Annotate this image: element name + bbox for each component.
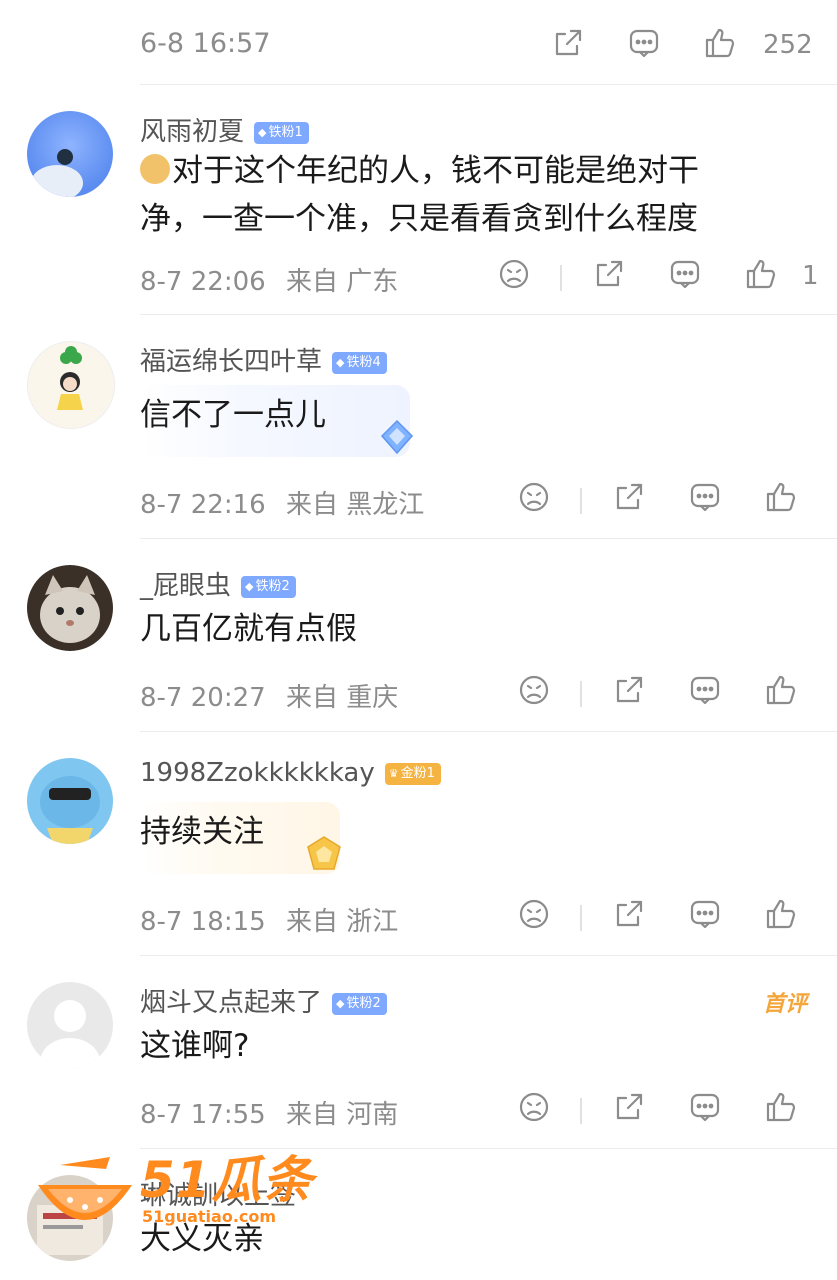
comment-meta: 8-7 22:16 来自 黑龙江 bbox=[140, 490, 425, 520]
avatar[interactable] bbox=[27, 982, 113, 1068]
diamond-icon: ◆ bbox=[258, 125, 267, 139]
thumbs-up-icon[interactable] bbox=[703, 26, 743, 66]
diamond-icon: ◆ bbox=[336, 996, 345, 1010]
fan-badge: ◆ 铁粉2 bbox=[241, 575, 296, 598]
sad-face-icon[interactable] bbox=[517, 673, 557, 713]
comment-item: 福运绵长四叶草 ◆ 铁粉4 信不了一点儿 8-7 22:16 来自 黑龙江 bbox=[0, 315, 837, 539]
divider bbox=[580, 1098, 582, 1124]
fan-badge: ◆ 铁粉2 bbox=[332, 992, 387, 1015]
username[interactable]: 风雨初夏 ◆ 铁粉1 bbox=[140, 111, 309, 148]
like-count: 252 bbox=[763, 30, 813, 60]
thumbs-up-icon[interactable] bbox=[764, 897, 804, 937]
divider bbox=[560, 265, 562, 291]
comment-text: 持续关注 bbox=[140, 814, 264, 850]
comment-text: 信不了一点儿 bbox=[140, 397, 326, 433]
avatar[interactable] bbox=[27, 341, 115, 429]
share-icon[interactable] bbox=[612, 480, 652, 520]
thumbs-up-icon[interactable] bbox=[764, 1090, 804, 1130]
fan-badge: ◆ 铁粉1 bbox=[254, 121, 309, 144]
username[interactable]: 1998Zzokkkkkkay ♛ 金粉1 bbox=[140, 758, 441, 788]
share-icon[interactable] bbox=[612, 897, 652, 937]
fan-badge: ♛ 金粉1 bbox=[384, 762, 441, 785]
gold-badge-decoration-icon bbox=[302, 834, 342, 874]
comment-text: 这谁啊? bbox=[140, 1028, 250, 1064]
sad-face-icon[interactable] bbox=[517, 897, 557, 937]
comment-item: _屁眼虫 ◆ 铁粉2 几百亿就有点假 8-7 20:27 来自 重庆 bbox=[0, 539, 837, 731]
comment-icon[interactable] bbox=[688, 480, 728, 520]
comment-meta: 8-7 17:55 来自 河南 bbox=[140, 1100, 399, 1130]
doge-emoji-icon bbox=[140, 154, 170, 184]
divider bbox=[580, 488, 582, 514]
comment-icon[interactable] bbox=[627, 26, 667, 66]
previous-comment-footer: 6-8 16:57 252 bbox=[0, 0, 837, 84]
comment-icon[interactable] bbox=[688, 897, 728, 937]
username[interactable]: _屁眼虫 ◆ 铁粉2 bbox=[140, 565, 296, 602]
avatar[interactable] bbox=[27, 111, 113, 197]
like-count: 1 bbox=[802, 261, 819, 291]
comment-text: 对于这个年纪的人，钱不可能是绝对干 净，一查一个准，只是看看贪到什么程度 bbox=[140, 153, 699, 237]
username[interactable]: 烟斗又点起来了 ◆ 铁粉2 bbox=[140, 982, 387, 1019]
diamond-icon: ◆ bbox=[245, 579, 254, 593]
comment-icon[interactable] bbox=[688, 673, 728, 713]
crown-icon: ♛ bbox=[388, 766, 399, 780]
watermelon-logo-icon bbox=[38, 1157, 132, 1220]
comment-meta: 8-7 22:06 来自 广东 bbox=[140, 267, 399, 297]
thumbs-up-icon[interactable] bbox=[744, 257, 784, 297]
share-icon[interactable] bbox=[592, 257, 632, 297]
comment-time: 6-8 16:57 bbox=[140, 28, 271, 59]
avatar[interactable] bbox=[27, 758, 113, 844]
thumbs-up-icon[interactable] bbox=[764, 480, 804, 520]
diamond-badge-decoration-icon bbox=[378, 419, 414, 455]
fan-badge: ◆ 铁粉4 bbox=[332, 351, 387, 374]
comment-meta: 8-7 18:15 来自 浙江 bbox=[140, 907, 399, 937]
comment-item: 1998Zzokkkkkkay ♛ 金粉1 持续关注 8-7 18:15 来自 浙江 bbox=[0, 732, 837, 956]
watermark-logo: 51瓜条 51guatiao.com bbox=[30, 1145, 330, 1240]
watermark-url: 51guatiao.com bbox=[142, 1207, 277, 1226]
divider bbox=[580, 681, 582, 707]
sad-face-icon[interactable] bbox=[517, 1090, 557, 1130]
comment-item: 烟斗又点起来了 ◆ 铁粉2 首评 这谁啊? 8-7 17:55 来自 河南 bbox=[0, 956, 837, 1148]
share-icon[interactable] bbox=[612, 673, 652, 713]
share-icon[interactable] bbox=[612, 1090, 652, 1130]
thumbs-up-icon[interactable] bbox=[764, 673, 804, 713]
username[interactable]: 福运绵长四叶草 ◆ 铁粉4 bbox=[140, 341, 387, 378]
divider bbox=[580, 905, 582, 931]
comment-text: 几百亿就有点假 bbox=[140, 611, 357, 647]
comment-item: 风雨初夏 ◆ 铁粉1 对于这个年纪的人，钱不可能是绝对干 净，一查一个准，只是看看贪… bbox=[0, 85, 837, 315]
sad-face-icon[interactable] bbox=[517, 480, 557, 520]
avatar[interactable] bbox=[27, 565, 113, 651]
watermark-brand: 51瓜条 bbox=[140, 1151, 314, 1209]
first-comment-tag: 首评 bbox=[762, 992, 807, 1017]
comment-meta: 8-7 20:27 来自 重庆 bbox=[140, 683, 399, 713]
share-icon[interactable] bbox=[551, 26, 591, 66]
sad-face-icon[interactable] bbox=[497, 257, 537, 297]
diamond-icon: ◆ bbox=[336, 355, 345, 369]
comment-icon[interactable] bbox=[688, 1090, 728, 1130]
comment-icon[interactable] bbox=[668, 257, 708, 297]
